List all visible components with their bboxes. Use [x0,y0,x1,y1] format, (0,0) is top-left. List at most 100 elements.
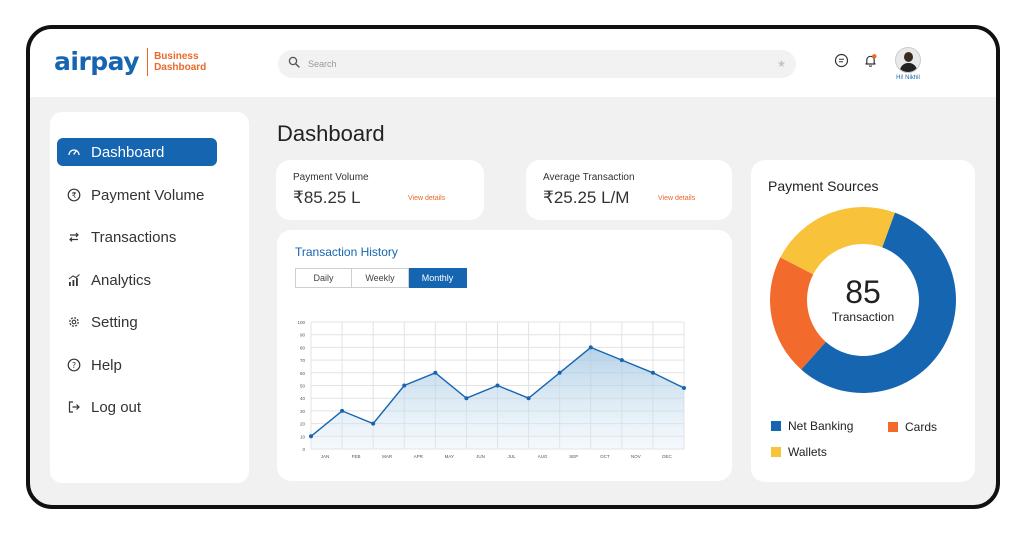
sidebar-item-label: Dashboard [91,143,165,161]
sidebar: Dashboard ₹ Payment Volume Transactions … [50,112,249,483]
data-point[interactable] [650,370,655,375]
x-tick-label: NOV [631,454,641,459]
x-tick-label: FEB [352,454,361,459]
x-tick-label: JAN [321,454,330,459]
data-point[interactable] [371,421,376,426]
y-tick-label: 20 [300,422,306,427]
exchange-icon [65,228,83,246]
search-input[interactable] [308,59,778,69]
stat-value: ₹25.25 L/M [543,188,630,207]
x-tick-label: OCT [600,454,610,459]
legend-label: Wallets [788,445,827,459]
legend-swatch [888,422,898,432]
stat-label: Payment Volume [293,172,369,183]
stat-value: ₹85.25 L [293,188,361,207]
legend-label: Cards [905,420,938,434]
sidebar-item-label: Analytics [91,271,152,289]
logo-subtitle-line2: Dashboard [154,61,207,73]
logo-subtitle-line1: Business [154,50,199,62]
stat-label: Average Transaction [543,172,635,183]
legend-net-banking: Net Banking [771,419,853,433]
payment-sources-donut: 85Transaction [770,207,956,393]
chat-icon[interactable] [834,53,849,73]
sidebar-item-label: Setting [91,313,138,331]
data-point[interactable] [495,383,500,388]
header-actions [834,53,878,73]
donut-center-label: Transaction [832,310,894,324]
y-tick-label: 10 [300,434,306,439]
avatar[interactable] [895,47,921,73]
payment-sources-card: Payment Sources 85 Transaction Net Bankin… [751,160,975,482]
sidebar-item-label: Transactions [91,228,177,246]
y-tick-label: 40 [300,396,306,401]
user-greeting: Hi! Nikhil [896,75,920,81]
y-tick-label: 60 [300,371,306,376]
donut-slice-wallets[interactable] [780,207,895,275]
view-details-link[interactable]: View details [408,195,445,202]
payment-volume-card: Payment Volume ₹85.25 L View details [276,160,484,220]
y-tick-label: 50 [300,384,306,389]
x-tick-label: DEC [662,454,672,459]
data-point[interactable] [402,383,407,388]
data-point[interactable] [557,370,562,375]
average-transaction-card: Average Transaction ₹25.25 L/M View deta… [526,160,732,220]
brand-logo[interactable]: airpay Business Dashboard [54,47,206,76]
x-tick-label: AUG [538,454,548,459]
sidebar-item-transactions[interactable]: Transactions [57,223,217,251]
legend-swatch [771,421,781,431]
sidebar-item-setting[interactable]: Setting [57,308,217,336]
y-tick-label: 30 [300,409,306,414]
sidebar-item-dashboard[interactable]: Dashboard [57,138,217,166]
sidebar-item-logout[interactable]: Log out [57,393,217,421]
legend-wallets: Wallets [771,445,827,459]
sidebar-item-label: Help [91,356,122,374]
sidebar-item-label: Payment Volume [91,186,205,204]
help-icon: ? [65,356,83,374]
view-details-link[interactable]: View details [658,195,695,202]
star-icon[interactable]: ★ [777,59,786,70]
data-point[interactable] [309,434,313,439]
sidebar-item-label: Log out [91,398,142,416]
top-bar: airpay Business Dashboard ★ [30,29,996,97]
notification-bell-icon[interactable] [863,53,878,73]
logout-icon [65,398,83,416]
sidebar-item-analytics[interactable]: Analytics [57,266,217,294]
sidebar-item-help[interactable]: ? Help [57,351,217,379]
y-tick-label: 90 [300,333,306,338]
sidebar-item-payment-volume[interactable]: ₹ Payment Volume [57,181,217,209]
rupee-icon: ₹ [65,186,83,204]
data-point[interactable] [340,408,345,413]
user-menu[interactable]: Hi! Nikhil [888,47,928,81]
gear-icon [65,313,83,331]
svg-text:?: ? [72,361,76,370]
search-icon[interactable] [288,55,300,73]
x-tick-label: SEP [569,454,578,459]
logo-subtitle: Business Dashboard [154,51,206,73]
gauge-icon [65,143,83,161]
legend-label: Net Banking [788,419,854,433]
page-title: Dashboard [277,121,385,146]
x-tick-label: JUL [508,454,516,459]
x-tick-label: MAR [382,454,393,459]
donut-center-value: 85 [845,274,881,310]
transaction-history-chart: 0 10 20 30 40 50 60 70 80 90 100 JAN FEB MAR APR MAY JUN… [297,320,686,459]
data-point[interactable] [464,396,469,401]
search-bar: ★ [278,50,796,78]
legend-swatch [771,447,781,457]
y-tick-label: 0 [302,447,305,452]
y-tick-label: 70 [300,358,306,363]
svg-text:₹: ₹ [71,191,76,200]
logo-wordmark: airpay [54,47,140,76]
x-tick-label: JUN [476,454,485,459]
x-tick-label: MAY [445,454,454,459]
analytics-icon [65,271,83,289]
app-window: airpay Business Dashboard ★ [26,25,1000,509]
data-point[interactable] [619,358,624,363]
data-point[interactable] [433,370,438,375]
y-tick-label: 100 [297,320,305,325]
data-point[interactable] [682,386,686,391]
logo-divider [147,47,149,76]
data-point[interactable] [588,345,593,350]
data-point[interactable] [526,396,531,401]
legend-cards: Cards [888,420,937,434]
